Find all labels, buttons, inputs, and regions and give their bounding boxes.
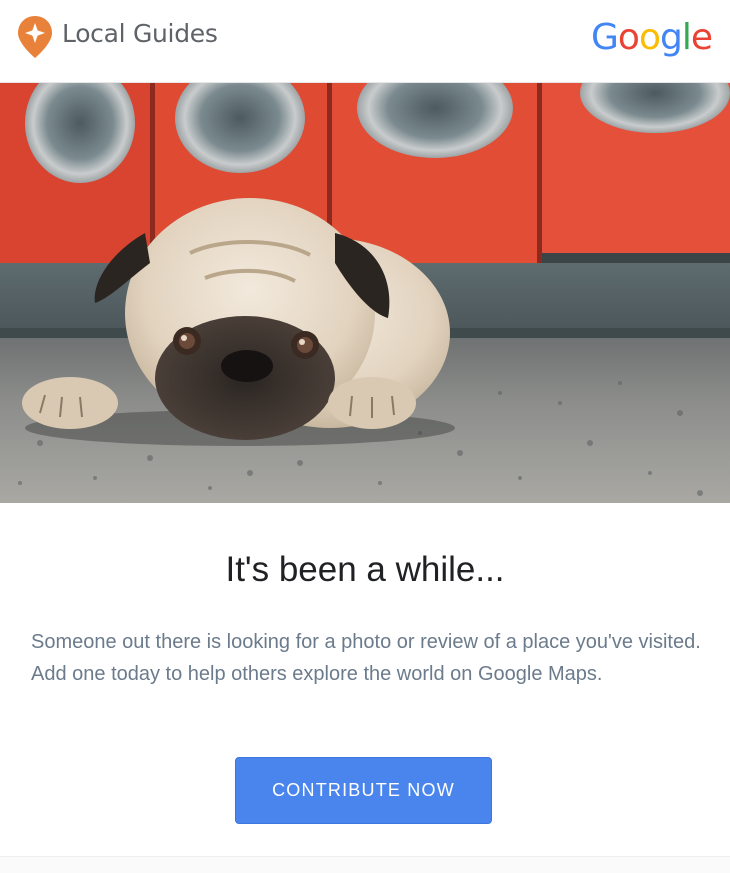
google-logo: Google (591, 17, 713, 58)
headline: It's been a while... (225, 550, 505, 589)
pug-laundromat-photo (0, 83, 730, 503)
google-logo-letter: e (690, 17, 713, 58)
hero-image (0, 83, 730, 503)
google-logo-letter: o (638, 17, 661, 58)
google-logo-letter: l (681, 17, 692, 58)
email-header: Local Guides Google (0, 0, 730, 83)
google-logo-letter: o (617, 17, 640, 58)
body-text: Someone out there is looking for a photo… (31, 631, 701, 685)
google-logo-letter: g (659, 17, 683, 58)
local-guides-pin-star-icon (18, 16, 52, 58)
email-footer-divider (0, 856, 730, 873)
google-logo-letter: G (591, 17, 619, 58)
local-guides-brand-label: Local Guides (62, 19, 218, 48)
contribute-now-button[interactable]: CONTRIBUTE NOW (235, 757, 492, 824)
